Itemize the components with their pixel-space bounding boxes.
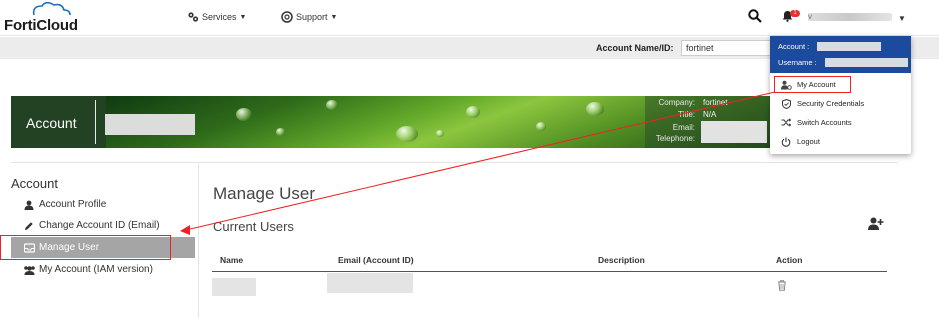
table-row-email-redacted bbox=[327, 273, 413, 293]
title-label: Title: bbox=[677, 110, 695, 119]
user-icon bbox=[21, 200, 37, 210]
company-value: fortinet bbox=[703, 98, 728, 107]
column-description: Description bbox=[598, 255, 645, 265]
email-label: Email: bbox=[672, 123, 695, 132]
column-name: Name bbox=[220, 255, 244, 265]
support-menu[interactable]: Support ▼ bbox=[281, 11, 337, 23]
services-gear-icon bbox=[188, 12, 199, 22]
cloud-logo-icon bbox=[32, 2, 71, 16]
sidebar-border bbox=[198, 164, 199, 318]
chevron-down-icon: ▼ bbox=[239, 13, 247, 21]
menu-item-label: Security Credentials bbox=[797, 99, 865, 108]
menu-item-label: Logout bbox=[797, 137, 820, 146]
menu-item-logout[interactable]: Logout bbox=[774, 133, 908, 150]
services-menu[interactable]: Services ▼ bbox=[187, 11, 246, 23]
table-row-name-redacted bbox=[212, 278, 256, 296]
services-label: Services bbox=[202, 12, 237, 22]
sidebar-item-my-account-iam[interactable]: My Account (IAM version) bbox=[11, 259, 195, 280]
banner-divider bbox=[95, 100, 96, 144]
contact-redacted bbox=[701, 121, 767, 143]
telephone-label: Telephone: bbox=[655, 134, 695, 143]
column-email: Email (Account ID) bbox=[338, 255, 414, 265]
chevron-down-icon: ▼ bbox=[330, 13, 338, 21]
account-id-redacted bbox=[817, 42, 881, 51]
banner-title: Account bbox=[26, 115, 77, 131]
notification-badge: 1 bbox=[790, 10, 800, 17]
power-icon bbox=[779, 137, 793, 147]
shield-icon bbox=[779, 98, 793, 109]
sidebar-item-label: Change Account ID (Email) bbox=[39, 220, 160, 231]
username-redacted bbox=[808, 13, 892, 21]
title-value: N/A bbox=[703, 110, 717, 119]
search-icon[interactable] bbox=[748, 9, 762, 23]
sidebar-item-change-account-id[interactable]: Change Account ID (Email) bbox=[11, 215, 195, 236]
account-info-panel: Company: fortinet Title: N/A Email: Tele… bbox=[645, 96, 770, 148]
dropdown-username-label: Username : bbox=[778, 58, 817, 67]
account-name-redacted bbox=[105, 114, 195, 135]
users-icon bbox=[21, 265, 37, 275]
menu-item-switch-accounts[interactable]: Switch Accounts bbox=[774, 114, 908, 131]
menu-item-security-credentials[interactable]: Security Credentials bbox=[774, 95, 908, 112]
user-initial: v bbox=[808, 12, 812, 21]
dropdown-account-label: Account : bbox=[778, 42, 810, 51]
account-name-field[interactable]: fortinet bbox=[681, 40, 771, 56]
pencil-icon bbox=[21, 221, 37, 231]
support-label: Support bbox=[296, 12, 328, 22]
page-title: Manage User bbox=[213, 184, 316, 203]
sidebar-heading: Account bbox=[11, 176, 58, 191]
company-label: Company: bbox=[658, 98, 695, 107]
shuffle-icon bbox=[779, 118, 793, 127]
divider bbox=[11, 162, 898, 163]
username-redacted bbox=[825, 58, 908, 67]
user-menu-chevron-icon[interactable]: ▼ bbox=[898, 14, 906, 23]
section-title: Current Users bbox=[213, 219, 294, 234]
users-table-header: Name Email (Account ID) Description Acti… bbox=[212, 249, 887, 272]
trash-icon[interactable] bbox=[777, 280, 787, 291]
account-banner: Account Company: fortinet Title: N/A Ema… bbox=[11, 96, 770, 148]
add-user-icon[interactable] bbox=[868, 217, 884, 230]
logo-text: FortiCloud bbox=[4, 17, 78, 34]
annotation-box-manage-user bbox=[0, 235, 171, 260]
column-action: Action bbox=[776, 255, 803, 265]
account-dropdown-menu: Account : Username : My Account Security… bbox=[770, 36, 911, 154]
annotation-box-my-account bbox=[774, 76, 851, 93]
sidebar-item-label: My Account (IAM version) bbox=[39, 264, 153, 275]
menu-item-label: Switch Accounts bbox=[797, 118, 852, 127]
support-lifebuoy-icon bbox=[281, 11, 293, 23]
dropdown-header: Account : Username : bbox=[770, 36, 911, 73]
sidebar-item-label: Account Profile bbox=[39, 199, 107, 210]
top-navbar: FortiCloud Services ▼ Support ▼ 1 v ▼ bbox=[0, 0, 939, 36]
account-name-label: Account Name/ID: bbox=[596, 43, 674, 53]
sidebar-item-account-profile[interactable]: Account Profile bbox=[11, 194, 195, 215]
